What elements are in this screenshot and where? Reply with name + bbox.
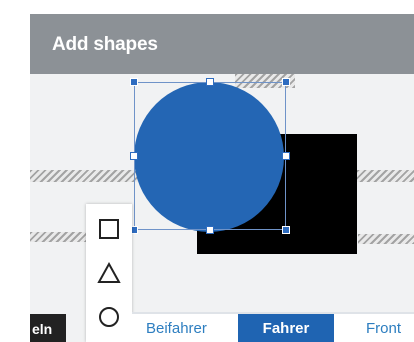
resize-handle-bottom[interactable] xyxy=(206,226,214,234)
panel-title: Add shapes xyxy=(52,34,158,55)
panel-header: Add shapes xyxy=(30,14,414,74)
square-icon xyxy=(99,219,119,239)
circle-icon xyxy=(99,307,119,327)
resize-handle-top-left[interactable] xyxy=(130,78,138,86)
circle-tool-button[interactable] xyxy=(94,302,124,332)
resize-handle-right[interactable] xyxy=(282,152,290,160)
drawing-canvas[interactable]: eln Beifahrer Fahrer Front xyxy=(30,74,414,342)
partial-label-badge: eln xyxy=(30,314,66,342)
hatched-strip xyxy=(30,170,140,182)
triangle-icon xyxy=(97,261,121,283)
hatched-strip xyxy=(350,170,414,182)
view-tabs: Beifahrer Fahrer Front xyxy=(132,312,414,342)
resize-handle-top[interactable] xyxy=(206,78,214,86)
square-tool-button[interactable] xyxy=(94,214,124,244)
triangle-tool-button[interactable] xyxy=(94,258,124,288)
selection-box xyxy=(134,82,286,230)
resize-handle-top-right[interactable] xyxy=(282,78,290,86)
resize-handle-left[interactable] xyxy=(130,152,138,160)
tab-beifahrer[interactable]: Beifahrer xyxy=(146,314,236,342)
shape-toolbar xyxy=(86,204,132,342)
tab-fahrer[interactable]: Fahrer xyxy=(238,314,334,342)
shape-editor-panel: Add shapes eln Beifahrer Fahrer Front xyxy=(30,14,414,342)
resize-handle-bottom-right[interactable] xyxy=(282,226,290,234)
tab-front[interactable]: Front xyxy=(366,314,414,342)
hatched-strip xyxy=(358,234,414,244)
